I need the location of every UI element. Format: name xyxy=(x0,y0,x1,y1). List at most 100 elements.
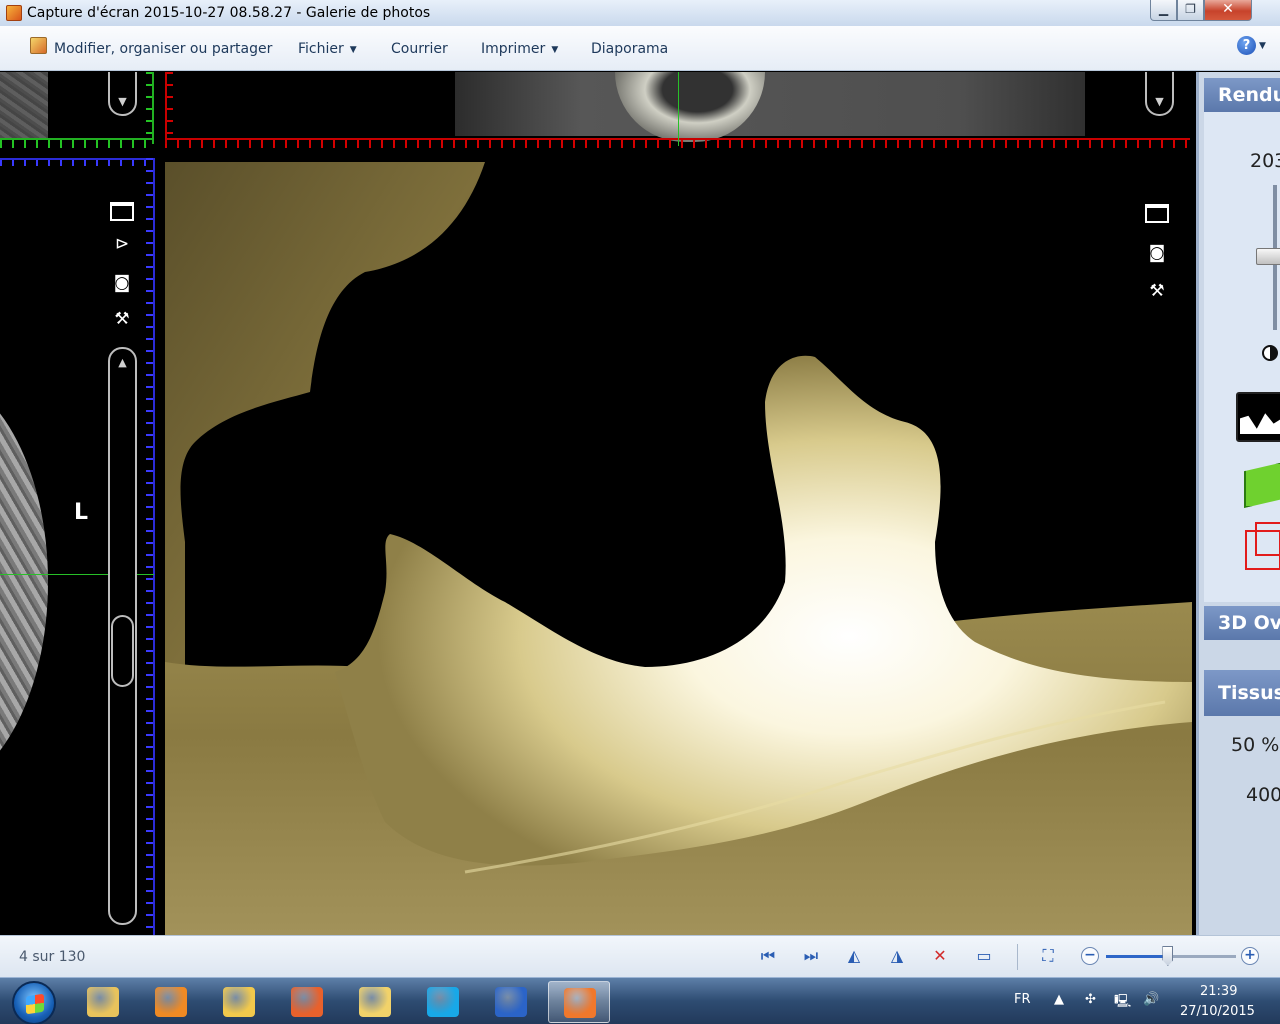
taskbar-button-explorer[interactable] xyxy=(72,981,134,1023)
ruler-green-vertical xyxy=(146,72,154,144)
taskbar-button-skype[interactable] xyxy=(412,981,474,1023)
chevron-down-icon[interactable]: ▼ xyxy=(1259,41,1266,51)
photo-gallery-icon xyxy=(6,5,22,21)
paint-icon xyxy=(359,987,391,1017)
ct-slice-left xyxy=(0,372,48,792)
firefox-icon xyxy=(291,987,323,1017)
title-bar: Capture d'écran 2015-10-27 08.58.27 - Ga… xyxy=(0,0,1280,26)
zoom-slider-fill xyxy=(1106,955,1169,958)
tissus-opacity-value: 50 % xyxy=(1231,734,1280,756)
menu-imprimer[interactable]: Imprimer ▼ xyxy=(481,38,558,60)
taskbar-button-photo-gallery[interactable] xyxy=(548,981,610,1023)
ruler-green-horizontal xyxy=(0,138,152,148)
slice-scrollbar-top-right[interactable]: ▼ xyxy=(1145,72,1174,116)
red-cube-icon[interactable] xyxy=(1245,522,1280,570)
ruler-blue-horizontal xyxy=(0,158,152,166)
clock-date[interactable]: 27/10/2015 xyxy=(1180,1004,1255,1019)
window-layout-icon[interactable] xyxy=(110,202,134,221)
menu-label: Fichier xyxy=(298,41,344,57)
command-bar: Modifier, organiser ou partager Fichier ▼… xyxy=(0,26,1280,71)
image-viewport[interactable]: L ⊳ ◙ ⚒ ◙ ⚒ ▼ ▼ ▲ xyxy=(0,72,1280,935)
ruler-blue-vertical xyxy=(146,158,155,935)
slideshow-icon[interactable]: ▭ xyxy=(973,946,995,966)
opacity-slider-knob[interactable] xyxy=(1256,248,1280,265)
panel-header-rendu[interactable]: Rendu xyxy=(1204,78,1280,112)
window-layout-icon[interactable] xyxy=(1145,204,1169,223)
wrench-icon[interactable]: ⚒ xyxy=(110,308,134,330)
rendu-value: 203 xyxy=(1250,150,1280,172)
previous-icon[interactable]: ⏮ xyxy=(757,946,779,966)
maximize-button[interactable]: ❐ xyxy=(1177,0,1204,21)
taskbar-button-media-player[interactable] xyxy=(140,981,202,1023)
windows-logo-icon xyxy=(26,993,44,1015)
menu-label: Modifier, organiser ou partager xyxy=(54,41,273,57)
wrench-icon[interactable]: ⚒ xyxy=(1145,280,1169,302)
network-icon[interactable]: 🖳 xyxy=(1114,992,1131,1014)
menu-fichier[interactable]: Fichier ▼ xyxy=(298,38,357,60)
scrollbar-thumb[interactable] xyxy=(111,615,134,687)
start-button[interactable] xyxy=(12,981,56,1024)
organize-icon xyxy=(30,37,47,54)
orientation-label: L xyxy=(74,500,89,525)
divider xyxy=(1017,944,1018,970)
chevron-down-icon: ▼ xyxy=(349,45,357,55)
tissus-threshold-value: 400 xyxy=(1246,784,1280,806)
window-title: Capture d'écran 2015-10-27 08.58.27 - Ga… xyxy=(27,5,431,21)
panel-header-tissus[interactable]: Tissus xyxy=(1204,670,1280,716)
zoom-out-icon[interactable]: − xyxy=(1081,947,1099,965)
rotate-right-icon[interactable]: ◮ xyxy=(886,946,908,966)
clock-time[interactable]: 21:39 xyxy=(1200,984,1237,999)
next-icon[interactable]: ⏭ xyxy=(800,946,822,966)
3d-bone-render[interactable] xyxy=(165,162,1192,935)
ct-slice-top xyxy=(455,72,1085,142)
media-player-icon xyxy=(155,987,187,1017)
contrast-icon[interactable] xyxy=(1262,345,1278,361)
taskbar-button-paint[interactable] xyxy=(344,981,406,1023)
slice-scrollbar[interactable]: ▲ xyxy=(108,347,137,925)
status-bar: 4 sur 130 ⏮ ⏭ ◭ ◮ ✕ ▭ ⛶ − + xyxy=(0,935,1280,977)
taskbar: FR ▲ ✣ 🖳 🔊 21:39 27/10/2015 xyxy=(0,977,1280,1024)
crosshair-vertical xyxy=(678,72,679,146)
explorer-icon xyxy=(87,987,119,1017)
delete-icon[interactable]: ✕ xyxy=(929,946,951,966)
language-indicator[interactable]: FR xyxy=(1014,992,1031,1007)
slice-scrollbar-top[interactable]: ▼ xyxy=(108,72,137,116)
minimize-button[interactable]: ▁ xyxy=(1150,0,1177,21)
taskbar-button-mail[interactable] xyxy=(208,981,270,1023)
histogram-curve xyxy=(1240,413,1280,434)
menu-courrier[interactable]: Courrier xyxy=(391,38,448,60)
histogram-icon[interactable] xyxy=(1236,392,1280,442)
volume-icon[interactable]: 🔊 xyxy=(1143,992,1159,1007)
word-icon xyxy=(495,987,527,1017)
chevron-down-icon: ▼ xyxy=(551,45,559,55)
cut-plane-icon[interactable]: ⊳ xyxy=(110,233,134,255)
help-icon[interactable]: ? xyxy=(1237,36,1256,55)
show-hidden-icons-icon[interactable]: ▲ xyxy=(1054,992,1064,1007)
skype-icon xyxy=(427,987,459,1017)
close-button[interactable]: ✕ xyxy=(1204,0,1252,21)
render-settings-panel: Rendu 203 3D Ove Tissus 50 % 400 xyxy=(1196,72,1280,935)
camera-icon[interactable]: ◙ xyxy=(1145,242,1169,264)
taskbar-button-firefox[interactable] xyxy=(276,981,338,1023)
camera-icon[interactable]: ◙ xyxy=(110,272,134,294)
menu-label: Courrier xyxy=(391,41,448,57)
photo-gallery-icon xyxy=(564,988,596,1018)
taskbar-button-word[interactable] xyxy=(480,981,542,1023)
image-counter: 4 sur 130 xyxy=(19,949,86,965)
mail-icon xyxy=(223,987,255,1017)
fit-to-window-icon[interactable]: ⛶ xyxy=(1037,946,1059,966)
menu-label: Imprimer xyxy=(481,41,546,57)
ct-slice-thumbnail xyxy=(0,72,48,138)
scroll-up-icon[interactable]: ▲ xyxy=(114,357,131,369)
menu-modifier-organiser-partager[interactable]: Modifier, organiser ou partager xyxy=(54,38,272,60)
menu-label: Diaporama xyxy=(591,41,669,57)
dropbox-icon[interactable]: ✣ xyxy=(1085,992,1096,1007)
rotate-left-icon[interactable]: ◭ xyxy=(843,946,865,966)
zoom-slider-thumb[interactable] xyxy=(1162,946,1174,966)
zoom-in-icon[interactable]: + xyxy=(1241,947,1259,965)
ruler-red-vertical xyxy=(165,72,173,144)
menu-diaporama[interactable]: Diaporama xyxy=(591,38,668,60)
scroll-down-icon[interactable]: ▼ xyxy=(114,96,131,108)
scroll-down-icon[interactable]: ▼ xyxy=(1151,96,1168,108)
panel-header-3d-overlay[interactable]: 3D Ove xyxy=(1204,606,1280,640)
